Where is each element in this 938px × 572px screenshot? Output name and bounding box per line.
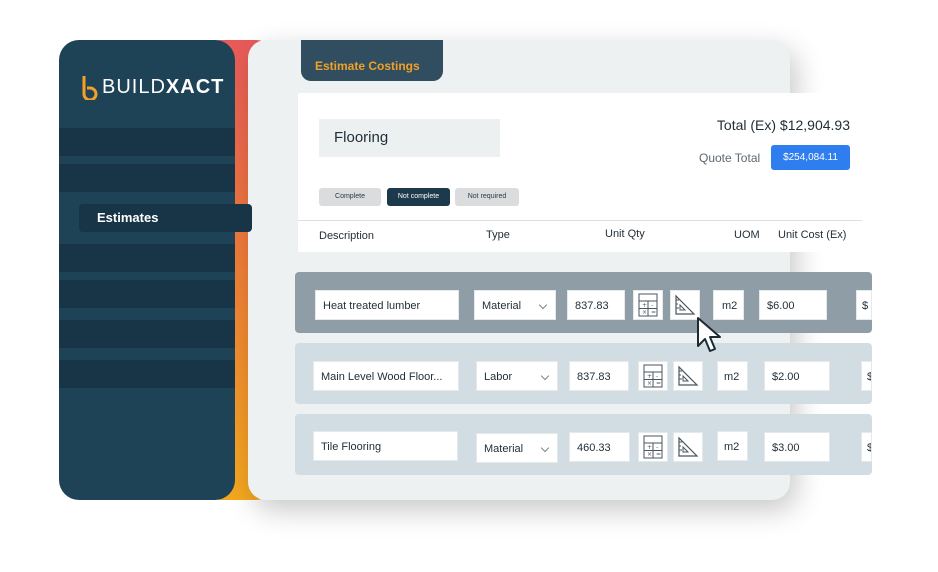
- mouse-pointer-icon: [697, 317, 721, 352]
- unit-qty-input[interactable]: 837.83: [569, 361, 629, 391]
- sidebar-item-placeholder[interactable]: [59, 128, 235, 156]
- set-square-icon: [678, 436, 699, 457]
- sidebar-item-placeholder[interactable]: [59, 360, 235, 388]
- category-title[interactable]: Flooring: [319, 119, 500, 157]
- svg-text:=: =: [651, 309, 656, 316]
- type-select[interactable]: Labor: [476, 361, 558, 391]
- unit-cost-input[interactable]: $3.00: [764, 432, 830, 462]
- svg-text:×: ×: [647, 451, 652, 458]
- calculator-button[interactable]: + - × =: [638, 361, 668, 391]
- uom-input[interactable]: m2: [717, 431, 748, 461]
- type-select-value: Labor: [484, 371, 513, 383]
- buildxact-logo-icon: [82, 76, 98, 100]
- sidebar-item-placeholder[interactable]: [59, 244, 235, 272]
- total-cell[interactable]: $: [861, 361, 872, 391]
- calculator-icon: + -× =: [643, 364, 663, 388]
- column-header-type: Type: [486, 229, 510, 241]
- description-input[interactable]: Tile Flooring: [313, 431, 458, 461]
- sidebar-item-estimates[interactable]: Estimates: [79, 204, 252, 232]
- sidebar: BUILDXACT Estimates: [59, 40, 252, 500]
- svg-text:=: =: [656, 451, 661, 458]
- tab-estimate-costings[interactable]: Estimate Costings: [301, 40, 443, 81]
- brand-name: BUILDXACT: [102, 75, 225, 98]
- type-select-value: Material: [484, 443, 524, 455]
- set-square-icon: [675, 294, 696, 315]
- sidebar-item-placeholder[interactable]: [59, 320, 235, 348]
- status-not-required-button[interactable]: Not required: [455, 188, 519, 206]
- svg-text:-: -: [651, 302, 653, 309]
- measure-button[interactable]: [673, 361, 703, 391]
- svg-text:+: +: [647, 373, 652, 380]
- caret-down-icon: [540, 371, 550, 381]
- svg-text:×: ×: [642, 309, 647, 316]
- table-row[interactable]: Main Level Wood Floor... Labor 837.83 + -…: [295, 343, 872, 404]
- column-header-unit-qty: Unit Qty: [605, 228, 645, 240]
- svg-text:-: -: [656, 373, 658, 380]
- estimate-header-panel: Flooring Total (Ex) $12,904.93 Quote Tot…: [298, 93, 872, 252]
- column-header-uom: UOM: [734, 229, 760, 241]
- table-row[interactable]: Heat treated lumber Material 837.83 + - × =…: [295, 272, 872, 333]
- status-not-complete-button[interactable]: Not complete: [387, 188, 450, 206]
- svg-text:×: ×: [647, 380, 652, 387]
- quote-total-label: Quote Total: [699, 151, 761, 165]
- total-cell[interactable]: $: [861, 432, 872, 462]
- type-select-value: Material: [482, 300, 522, 312]
- divider: [298, 220, 862, 221]
- status-complete-button[interactable]: Complete: [319, 188, 381, 206]
- svg-text:+: +: [647, 444, 652, 451]
- table-row[interactable]: Tile Flooring Material 460.33 + - × = m2 $3…: [295, 414, 872, 475]
- column-header-description: Description: [319, 230, 375, 242]
- description-input[interactable]: Main Level Wood Floor...: [313, 361, 459, 391]
- svg-text:+: +: [642, 302, 647, 309]
- unit-cost-input[interactable]: $2.00: [764, 361, 830, 391]
- quote-total-button[interactable]: $254,084.11: [771, 145, 850, 170]
- calculator-button[interactable]: + - × =: [638, 432, 668, 462]
- svg-text:-: -: [656, 444, 658, 451]
- sidebar-item-placeholder[interactable]: [59, 164, 235, 192]
- type-select[interactable]: Material: [476, 433, 558, 463]
- column-header-unit-cost: Unit Cost (Ex): [778, 229, 847, 241]
- sidebar-item-placeholder[interactable]: [59, 280, 235, 308]
- set-square-icon: [678, 365, 699, 386]
- total-cell[interactable]: $: [856, 290, 872, 320]
- unit-qty-input[interactable]: 837.83: [567, 290, 625, 320]
- calculator-button[interactable]: + - × =: [633, 290, 663, 320]
- type-select[interactable]: Material: [474, 290, 556, 320]
- measure-button[interactable]: [673, 432, 703, 462]
- uom-input[interactable]: m2: [717, 361, 748, 391]
- unit-cost-input[interactable]: $6.00: [759, 290, 827, 320]
- brand-logo: BUILDXACT: [81, 74, 224, 100]
- calculator-icon: + -× =: [638, 293, 658, 317]
- caret-down-icon: [540, 443, 550, 453]
- description-input[interactable]: Heat treated lumber: [315, 290, 459, 320]
- svg-text:=: =: [656, 380, 661, 387]
- calculator-icon: + -× =: [643, 435, 663, 459]
- caret-down-icon: [538, 300, 548, 310]
- total-ex-label: Total (Ex) $12,904.93: [716, 117, 850, 133]
- unit-qty-input[interactable]: 460.33: [569, 432, 630, 462]
